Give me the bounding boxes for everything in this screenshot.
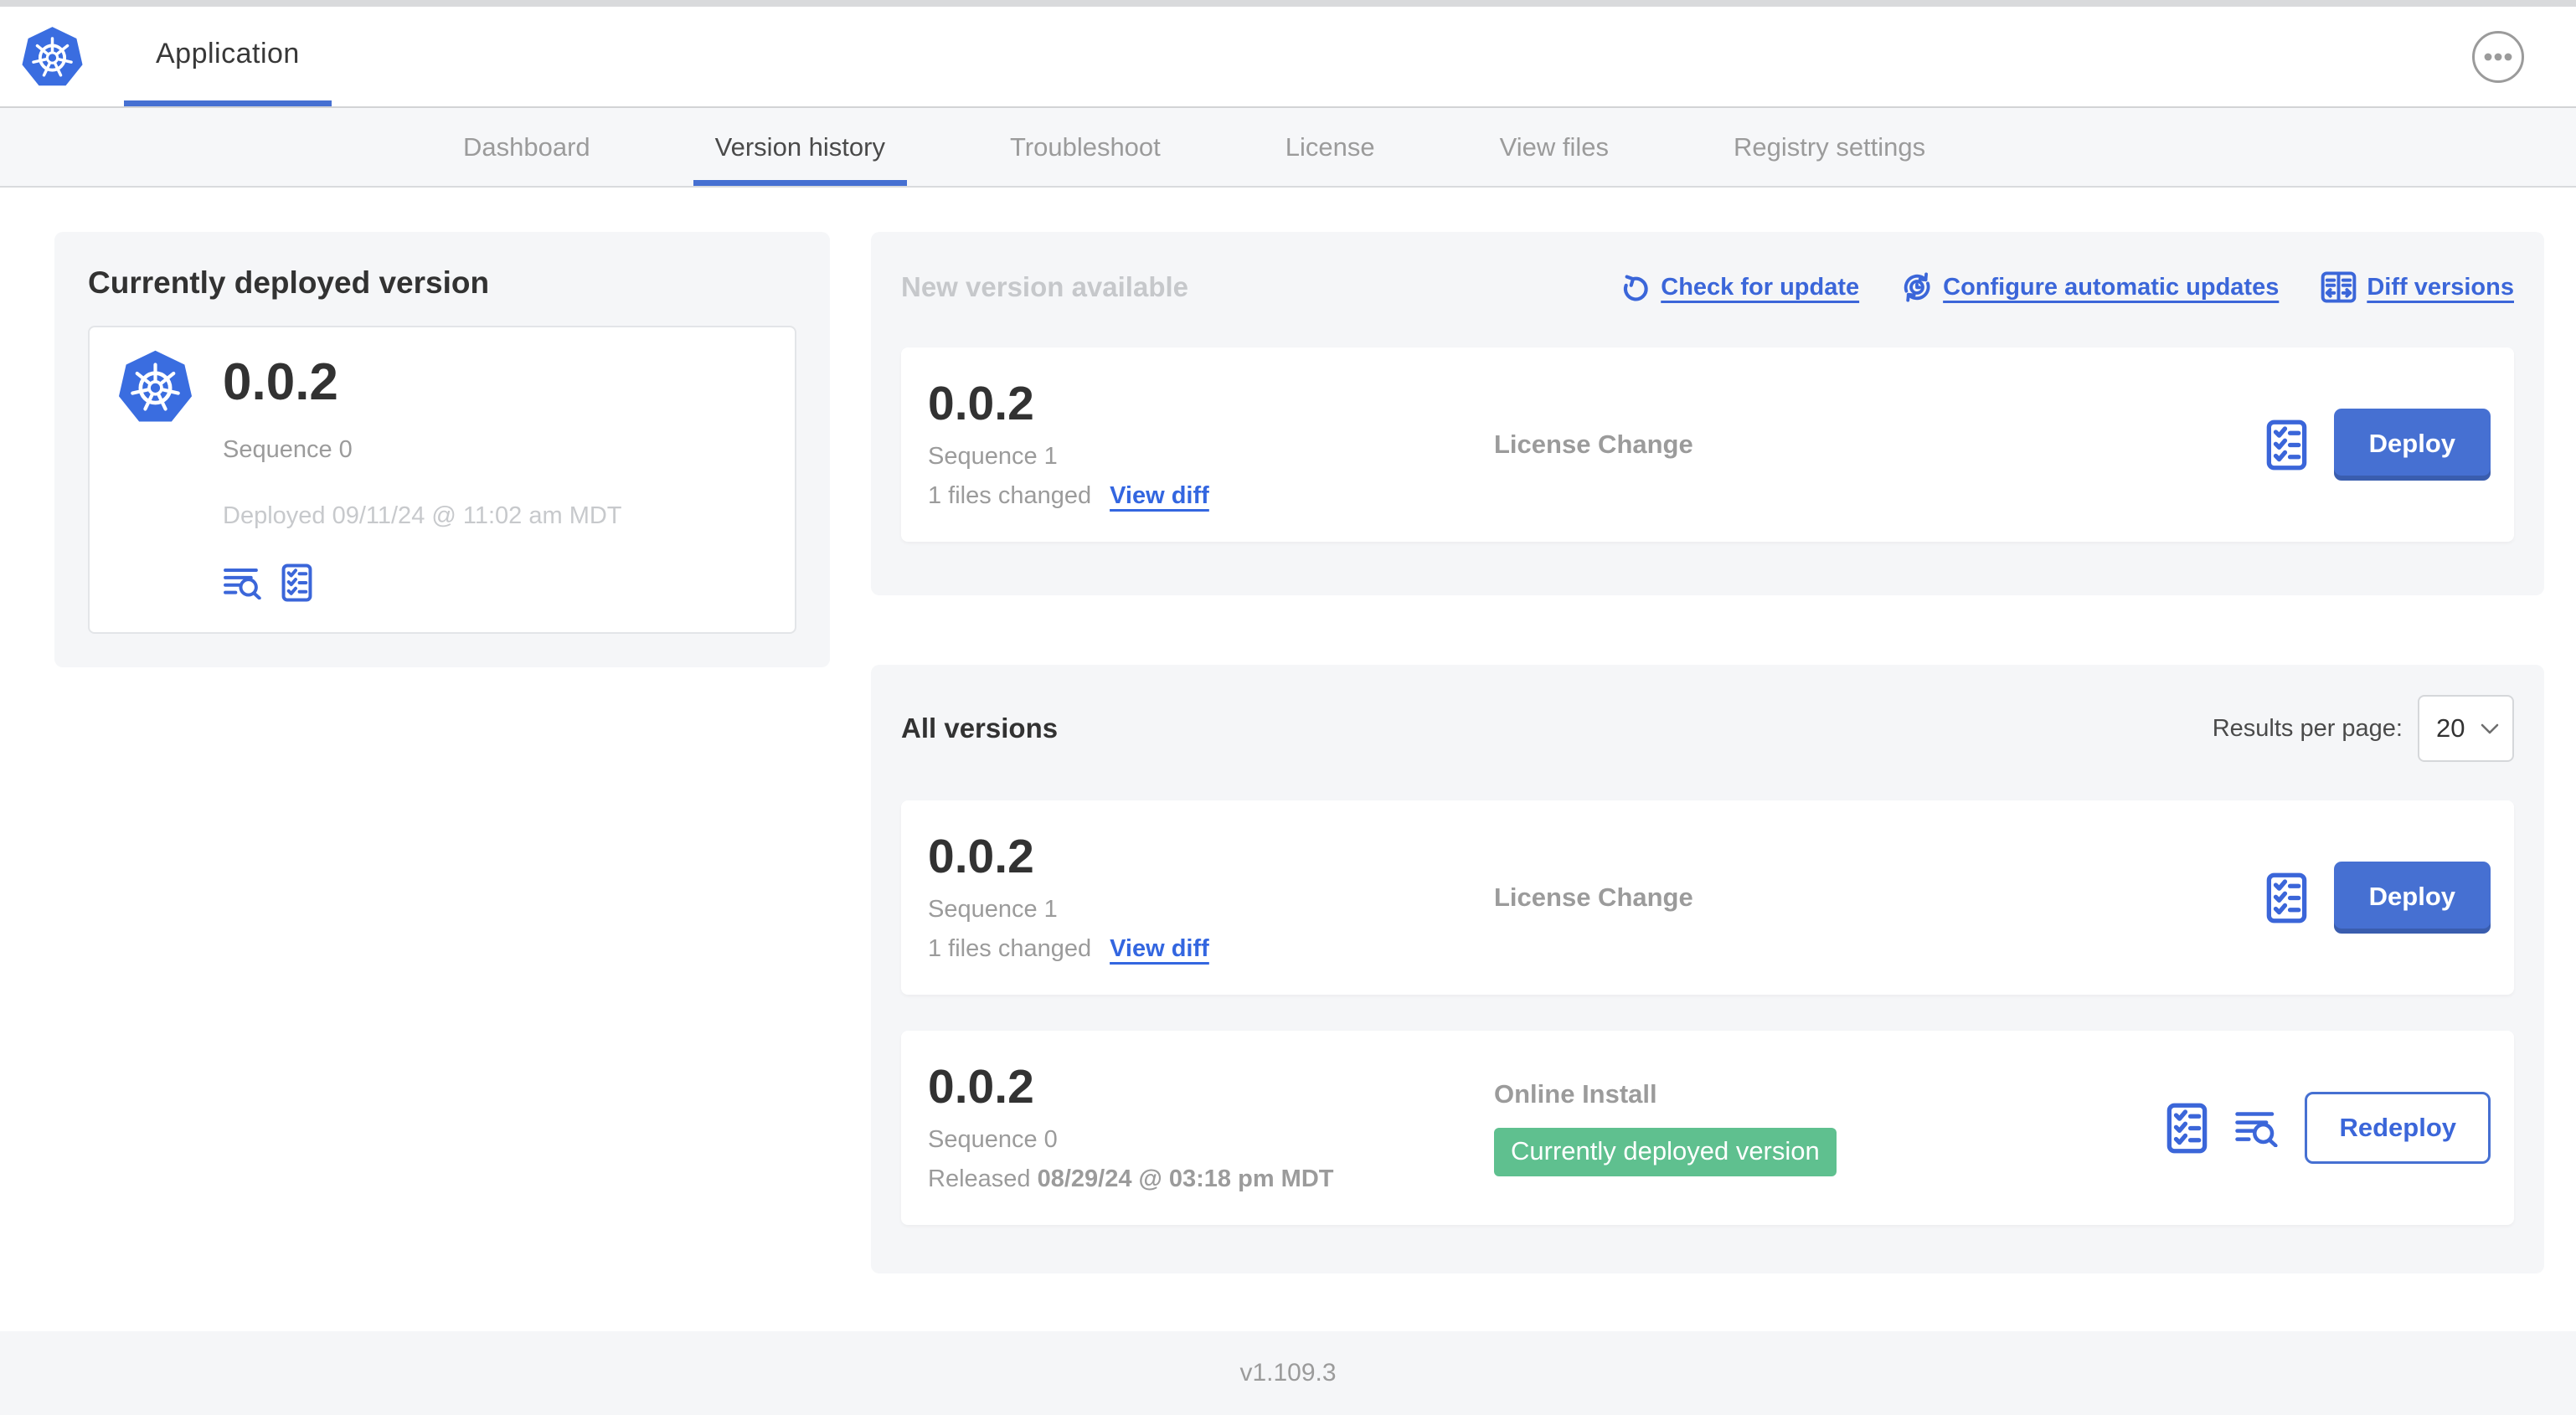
version-actions: Deploy	[2266, 409, 2491, 481]
version-source: License Change	[1494, 430, 2266, 460]
view-diff-link[interactable]: View diff	[1110, 935, 1209, 963]
tab-view-files-label: View files	[1499, 131, 1610, 162]
view-diff-link[interactable]: View diff	[1110, 482, 1209, 510]
chevron-down-icon	[2481, 723, 2499, 733]
tab-dashboard[interactable]: Dashboard	[441, 108, 612, 186]
results-per-page-select[interactable]: 20	[2418, 695, 2514, 762]
app-footer: v1.109.3	[0, 1331, 2576, 1415]
console-version: v1.109.3	[1239, 1359, 1337, 1387]
ellipsis-menu-icon	[2484, 53, 2512, 60]
deployed-sequence: Sequence 0	[223, 436, 353, 464]
configure-automatic-updates-label: Configure automatic updates	[1943, 273, 2280, 301]
currently-deployed-badge: Currently deployed version	[1494, 1128, 1837, 1176]
checklist-icon[interactable]	[2166, 1103, 2208, 1154]
files-changed-line: 1 files changed View diff	[928, 935, 1494, 963]
logs-icon[interactable]	[223, 566, 261, 600]
checklist-icon[interactable]	[2266, 872, 2307, 924]
tab-troubleshoot-label: Troubleshoot	[1009, 131, 1161, 162]
results-per-page: Results per page: 20	[2213, 695, 2514, 762]
versions-column: New version available Check for update C…	[871, 232, 2544, 1274]
main-content: Currently deployed version 0.0.2 Sequenc…	[0, 188, 2576, 1331]
tab-registry-settings[interactable]: Registry settings	[1712, 108, 1947, 186]
version-source: License Change	[1494, 882, 2266, 913]
version-sequence: Sequence 0	[928, 1125, 1058, 1153]
results-per-page-label: Results per page:	[2212, 714, 2403, 742]
all-versions-card: All versions Results per page: 20 0.0.2 …	[871, 665, 2544, 1274]
results-per-page-value: 20	[2436, 713, 2465, 743]
version-number: 0.0.2	[928, 1060, 1034, 1114]
checklist-icon[interactable]	[281, 563, 312, 602]
deploy-button[interactable]: Deploy	[2333, 409, 2491, 481]
new-version-header: New version available Check for update C…	[901, 262, 2514, 312]
version-source-label: License Change	[1494, 430, 1693, 459]
new-version-card: New version available Check for update C…	[871, 232, 2544, 595]
version-row: 0.0.2 Sequence 0 Released 08/29/24 @ 03:…	[901, 1031, 2514, 1225]
check-for-update-label: Check for update	[1661, 273, 1860, 301]
version-source: Online Install Currently deployed versio…	[1494, 1079, 2166, 1176]
application-tab-label: Application	[156, 37, 300, 69]
version-number: 0.0.2	[928, 830, 1034, 884]
deployed-timestamp: Deployed 09/11/24 @ 11:02 am MDT	[223, 502, 622, 530]
tab-version-history[interactable]: Version history	[693, 108, 907, 186]
files-changed-text: 1 files changed	[928, 934, 1092, 962]
application-tab[interactable]: Application	[124, 7, 332, 106]
logs-icon[interactable]	[2234, 1109, 2278, 1147]
deployed-version-info: 0.0.2 Sequence 0 Deployed 09/11/24 @ 11:…	[223, 346, 622, 602]
version-info: 0.0.2 Sequence 0 Released 08/29/24 @ 03:…	[928, 1060, 1494, 1193]
files-changed-text: 1 files changed	[928, 481, 1092, 509]
check-for-update-link[interactable]: Check for update	[1620, 272, 1859, 303]
version-info: 0.0.2 Sequence 1 1 files changed View di…	[928, 377, 1494, 510]
deployed-version-box: 0.0.2 Sequence 0 Deployed 09/11/24 @ 11:…	[88, 326, 796, 635]
checklist-icon[interactable]	[2266, 419, 2307, 471]
deployed-version-actions	[223, 563, 622, 602]
app-logo-wrap	[20, 7, 85, 106]
released-line: Released 08/29/24 @ 03:18 pm MDT	[928, 1165, 1494, 1193]
version-actions: Redeploy	[2166, 1092, 2491, 1164]
all-versions-title: All versions	[901, 713, 1059, 744]
tab-troubleshoot[interactable]: Troubleshoot	[988, 108, 1182, 186]
clock-refresh-icon	[1904, 272, 1930, 302]
update-actions: Check for update Configure automatic upd…	[1620, 271, 2514, 303]
kubernetes-logo-icon	[20, 25, 85, 88]
tab-version-history-label: Version history	[714, 131, 885, 162]
tab-license[interactable]: License	[1264, 108, 1397, 186]
diff-icon	[2321, 271, 2357, 303]
new-version-title: New version available	[901, 271, 1189, 302]
deploy-button[interactable]: Deploy	[2333, 862, 2491, 934]
overflow-menu-button[interactable]	[2472, 30, 2524, 83]
currently-deployed-title: Currently deployed version	[88, 265, 490, 300]
version-source-label: License Change	[1494, 882, 1693, 912]
deployed-version-number: 0.0.2	[223, 353, 338, 411]
version-number: 0.0.2	[928, 377, 1034, 431]
all-versions-header: All versions Results per page: 20	[901, 695, 2514, 762]
version-source-label: Online Install	[1494, 1079, 1657, 1109]
released-date: 08/29/24 @ 03:18 pm MDT	[1037, 1165, 1334, 1192]
app-header: Application	[0, 7, 2576, 106]
released-label: Released	[928, 1165, 1031, 1192]
window-edge	[0, 0, 2576, 7]
currently-deployed-card: Currently deployed version 0.0.2 Sequenc…	[54, 232, 830, 668]
version-info: 0.0.2 Sequence 1 1 files changed View di…	[928, 830, 1494, 963]
diff-versions-link[interactable]: Diff versions	[2321, 271, 2514, 303]
kubernetes-logo-icon	[116, 347, 194, 425]
version-row: 0.0.2 Sequence 1 1 files changed View di…	[901, 800, 2514, 995]
new-version-row: 0.0.2 Sequence 1 1 files changed View di…	[901, 347, 2514, 542]
app-nav: Dashboard Version history Troubleshoot L…	[0, 106, 2576, 188]
version-actions: Deploy	[2266, 862, 2491, 934]
refresh-icon	[1620, 272, 1651, 303]
version-sequence: Sequence 1	[928, 895, 1058, 923]
version-sequence: Sequence 1	[928, 442, 1058, 470]
redeploy-button[interactable]: Redeploy	[2305, 1092, 2491, 1164]
configure-automatic-updates-link[interactable]: Configure automatic updates	[1901, 271, 2279, 303]
tab-view-files[interactable]: View files	[1478, 108, 1631, 186]
diff-versions-label: Diff versions	[2367, 273, 2514, 301]
tab-license-label: License	[1285, 131, 1375, 162]
tab-registry-settings-label: Registry settings	[1734, 131, 1926, 162]
files-changed-line: 1 files changed View diff	[928, 482, 1494, 510]
tab-dashboard-label: Dashboard	[463, 131, 590, 162]
